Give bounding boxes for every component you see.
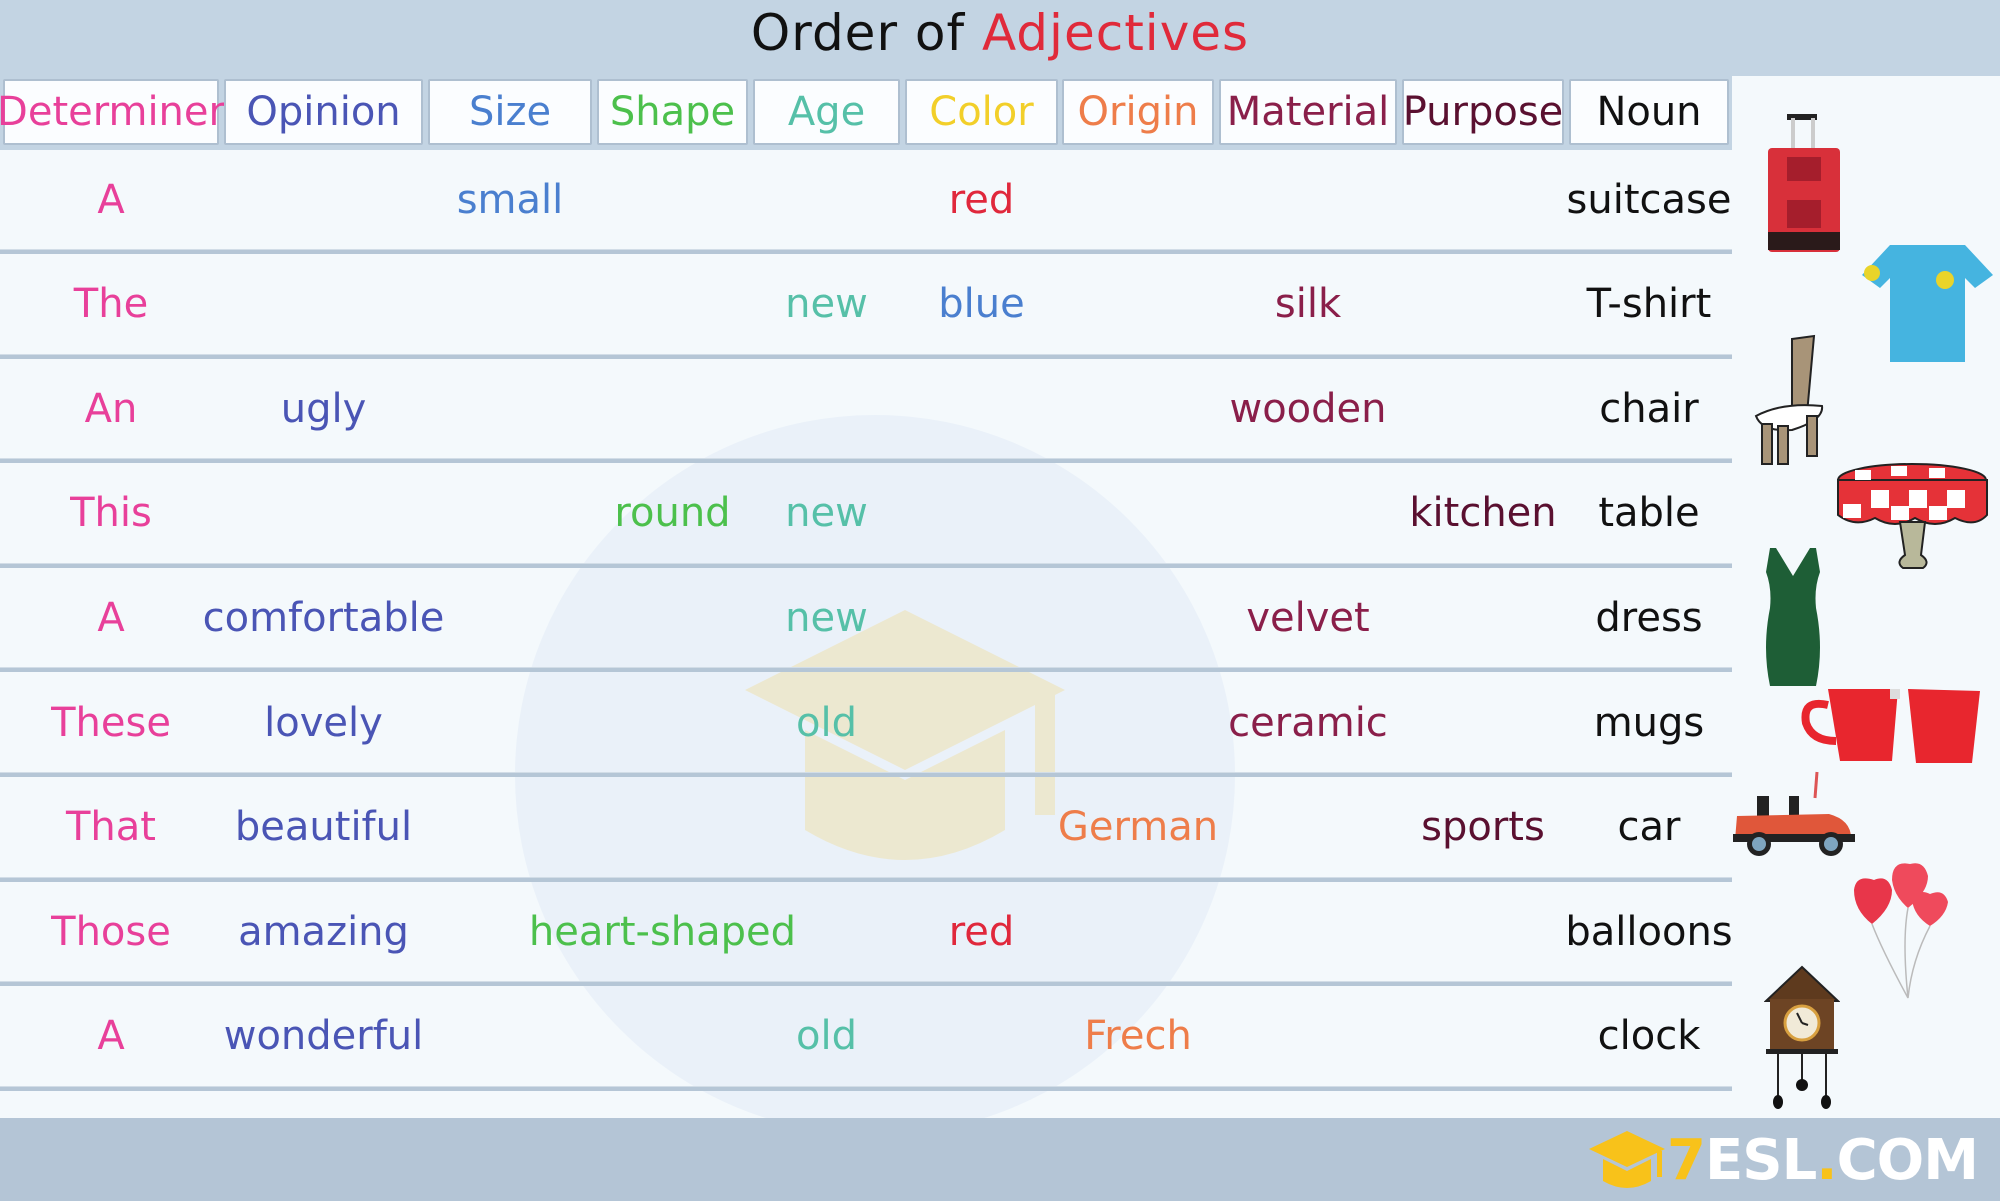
column-header-opinion: Opinion bbox=[224, 79, 423, 145]
cell-opinion: amazing bbox=[238, 908, 409, 955]
table-row: These lovely old ceramic mugs bbox=[0, 673, 1732, 777]
logo-text: 7ESL.COM bbox=[1667, 1128, 1979, 1193]
cell-opinion: beautiful bbox=[234, 804, 413, 851]
column-header-size: Size bbox=[428, 79, 592, 145]
site-logo: 7ESL.COM bbox=[1587, 1128, 1979, 1193]
table-row: This round new kitchen table bbox=[0, 464, 1732, 568]
table-row: The new blue silk T-shirt bbox=[0, 255, 1732, 359]
cell-opinion: ugly bbox=[280, 385, 367, 432]
cell-material: ceramic bbox=[1228, 699, 1388, 746]
cell-determiner: That bbox=[66, 804, 156, 851]
column-header-color: Color bbox=[905, 79, 1058, 145]
cell-material: wooden bbox=[1229, 385, 1387, 432]
chair-icon bbox=[1754, 334, 1824, 465]
row-divider bbox=[0, 876, 1732, 882]
t-shirt-icon bbox=[1862, 245, 1993, 362]
cell-determiner: Those bbox=[51, 908, 171, 955]
cell-determiner: This bbox=[70, 490, 152, 537]
cell-noun: suitcase bbox=[1566, 176, 1732, 223]
cell-opinion: comfortable bbox=[202, 594, 445, 641]
column-header-material: Material bbox=[1219, 79, 1397, 145]
table-row: Acomfortable new velvet dress bbox=[0, 568, 1732, 673]
table-row: Awonderful old Frech clock bbox=[0, 987, 1732, 1091]
cell-size: small bbox=[456, 176, 564, 223]
dress-icon bbox=[1766, 548, 1820, 686]
cell-determiner: These bbox=[51, 699, 171, 746]
table-row: Those amazing heart-shaped red balloons bbox=[0, 882, 1733, 987]
adjective-table: Asmall red suitcase The new blue silk T-shirt An… bbox=[0, 150, 1733, 1135]
cell-determiner: A bbox=[97, 1013, 125, 1060]
row-divider bbox=[0, 249, 1732, 254]
balloons-icon bbox=[1854, 863, 1948, 999]
row-divider bbox=[0, 353, 1732, 359]
cell-noun: T-shirt bbox=[1586, 281, 1712, 328]
column-header-noun: Noun bbox=[1569, 79, 1729, 145]
logo-com: COM bbox=[1836, 1128, 1979, 1193]
row-divider bbox=[0, 772, 1732, 777]
table-row: An ugly wooden chair bbox=[0, 359, 1732, 464]
cell-origin: Frech bbox=[1084, 1013, 1192, 1060]
cell-origin: German bbox=[1057, 804, 1219, 851]
column-header-row: Determiner Opinion Size Shape Age Color Origin… bbox=[0, 76, 1732, 150]
cell-color: red bbox=[948, 908, 1015, 955]
title-part-1: Order of bbox=[750, 4, 982, 62]
column-header-determiner: Determiner bbox=[0, 79, 225, 145]
cell-noun: clock bbox=[1597, 1013, 1701, 1060]
row-divider bbox=[0, 1085, 1732, 1091]
cell-shape: heart-shaped bbox=[528, 908, 797, 955]
table-row: That beautiful German sports car bbox=[0, 778, 1732, 882]
column-header-shape: Shape bbox=[597, 79, 748, 145]
cell-material: velvet bbox=[1246, 594, 1370, 641]
cell-opinion: wonderful bbox=[223, 1013, 424, 1060]
row-divider bbox=[0, 981, 1732, 987]
cell-noun: table bbox=[1598, 490, 1700, 537]
cell-age: new bbox=[785, 594, 868, 641]
cell-noun: chair bbox=[1599, 385, 1699, 432]
cell-material: silk bbox=[1274, 281, 1342, 328]
row-divider bbox=[0, 562, 1732, 568]
footer-band: 7ESL.COM bbox=[0, 1118, 2000, 1201]
cell-age: old bbox=[796, 699, 857, 746]
table-icon bbox=[1837, 463, 1988, 569]
cell-determiner: A bbox=[97, 594, 125, 641]
cell-color: red bbox=[948, 176, 1015, 223]
cell-opinion: lovely bbox=[264, 699, 383, 746]
logo-seven: 7 bbox=[1667, 1128, 1706, 1193]
car-icon bbox=[1733, 771, 1855, 856]
row-divider bbox=[0, 458, 1732, 464]
cell-age: new bbox=[785, 490, 868, 537]
cell-color: blue bbox=[938, 281, 1025, 328]
cell-age: new bbox=[785, 281, 868, 328]
logo-esl: ESL bbox=[1705, 1128, 1817, 1193]
logo-dot: . bbox=[1816, 1128, 1837, 1193]
title-part-2: Adjectives bbox=[981, 4, 1250, 62]
cell-purpose: kitchen bbox=[1409, 490, 1557, 537]
cell-determiner: The bbox=[73, 281, 149, 328]
column-header-age: Age bbox=[753, 79, 900, 145]
column-header-origin: Origin bbox=[1062, 79, 1214, 145]
cell-determiner: A bbox=[97, 176, 125, 223]
cell-noun: car bbox=[1617, 804, 1681, 851]
graduation-cap-icon bbox=[1589, 1130, 1666, 1188]
page-title: Order of Adjectives bbox=[0, 4, 2000, 62]
column-header-purpose: Purpose bbox=[1402, 79, 1564, 145]
mugs-icon bbox=[1801, 689, 1980, 763]
cell-shape: round bbox=[614, 490, 731, 537]
clock-icon bbox=[1764, 965, 1840, 1109]
table-row: Asmall red suitcase bbox=[0, 150, 1732, 254]
cell-purpose: sports bbox=[1421, 804, 1545, 851]
cell-determiner: An bbox=[84, 385, 138, 432]
suitcase-icon bbox=[1768, 114, 1840, 252]
cell-noun: balloons bbox=[1565, 908, 1733, 955]
row-divider bbox=[0, 667, 1732, 673]
cell-age: old bbox=[796, 1013, 857, 1060]
cell-noun: mugs bbox=[1593, 699, 1705, 746]
cell-noun: dress bbox=[1595, 594, 1703, 641]
